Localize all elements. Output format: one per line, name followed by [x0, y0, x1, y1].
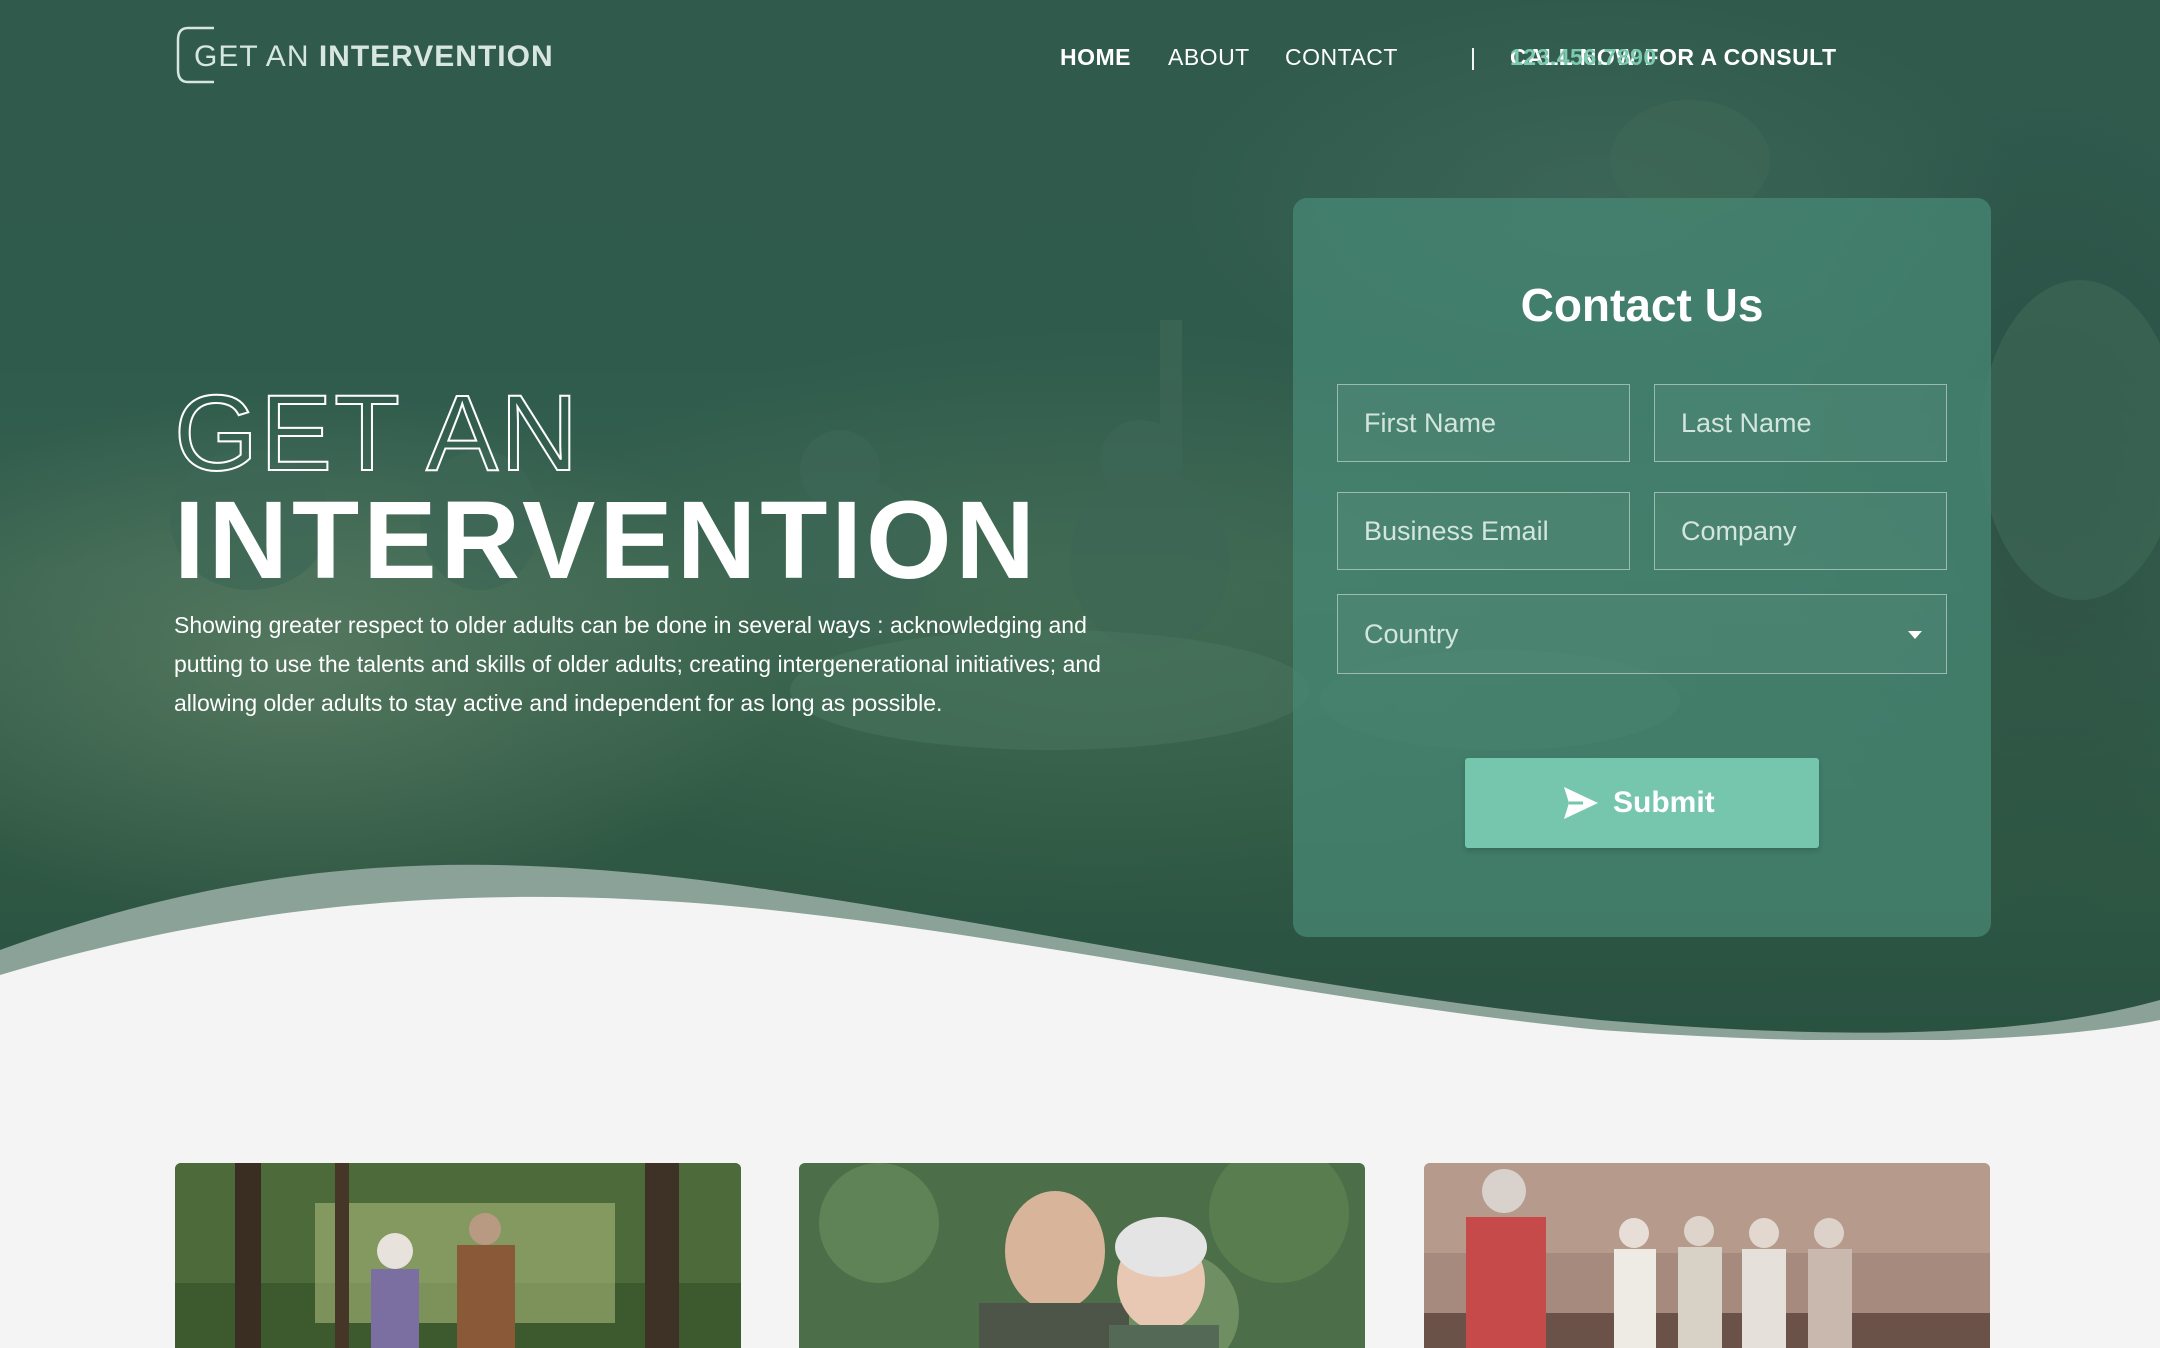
- logo-text-bold: INTERVENTION: [318, 40, 554, 73]
- logo-text: GET AN INTERVENTION: [194, 40, 554, 74]
- photo-card-elderly-couple-walking[interactable]: [175, 1163, 741, 1348]
- send-icon: [1564, 787, 1598, 819]
- photo-elderly-couple-walking: [175, 1163, 741, 1348]
- site-logo[interactable]: GET AN INTERVENTION: [174, 26, 554, 84]
- phone-number-link[interactable]: 123.456.7890: [1510, 44, 1657, 71]
- photo-card-women-on-bench[interactable]: [1424, 1163, 1990, 1348]
- photo-elderly-women-on-bench: [1424, 1163, 1990, 1348]
- submit-button[interactable]: Submit: [1465, 758, 1819, 848]
- hero-title: INTERVENTION: [174, 479, 1039, 602]
- company-field[interactable]: [1654, 492, 1947, 570]
- country-select-value: Country: [1364, 619, 1459, 649]
- nav-home-link[interactable]: HOME: [1060, 44, 1131, 71]
- contact-form-card: Contact Us Country Submit: [1293, 198, 1991, 937]
- photo-card-smiling-couple[interactable]: [799, 1163, 1365, 1348]
- photo-smiling-elderly-couple: [799, 1163, 1365, 1348]
- top-navigation: GET AN INTERVENTION HOME ABOUT CONTACT |…: [0, 0, 2160, 116]
- country-select[interactable]: Country: [1337, 594, 1947, 674]
- logo-text-light: GET AN: [194, 40, 310, 73]
- hero-description: Showing greater respect to older adults …: [174, 612, 1101, 716]
- hero-title-outline-text: GET AN: [174, 378, 580, 478]
- nav-separator: |: [1470, 44, 1477, 70]
- submit-label: Submit: [1613, 786, 1715, 819]
- nav-about-link[interactable]: ABOUT: [1168, 44, 1250, 71]
- caret-down-icon: [1908, 631, 1922, 639]
- business-email-field[interactable]: [1337, 492, 1630, 570]
- main-menu: HOME ABOUT CONTACT | CALL NOW FOR A CONS…: [1060, 44, 2160, 74]
- hero-title-outline: GET AN: [173, 378, 580, 478]
- last-name-field[interactable]: [1654, 384, 1947, 462]
- first-name-field[interactable]: [1337, 384, 1630, 462]
- contact-form-title: Contact Us: [1520, 279, 1764, 331]
- nav-contact-link[interactable]: CONTACT: [1285, 44, 1398, 71]
